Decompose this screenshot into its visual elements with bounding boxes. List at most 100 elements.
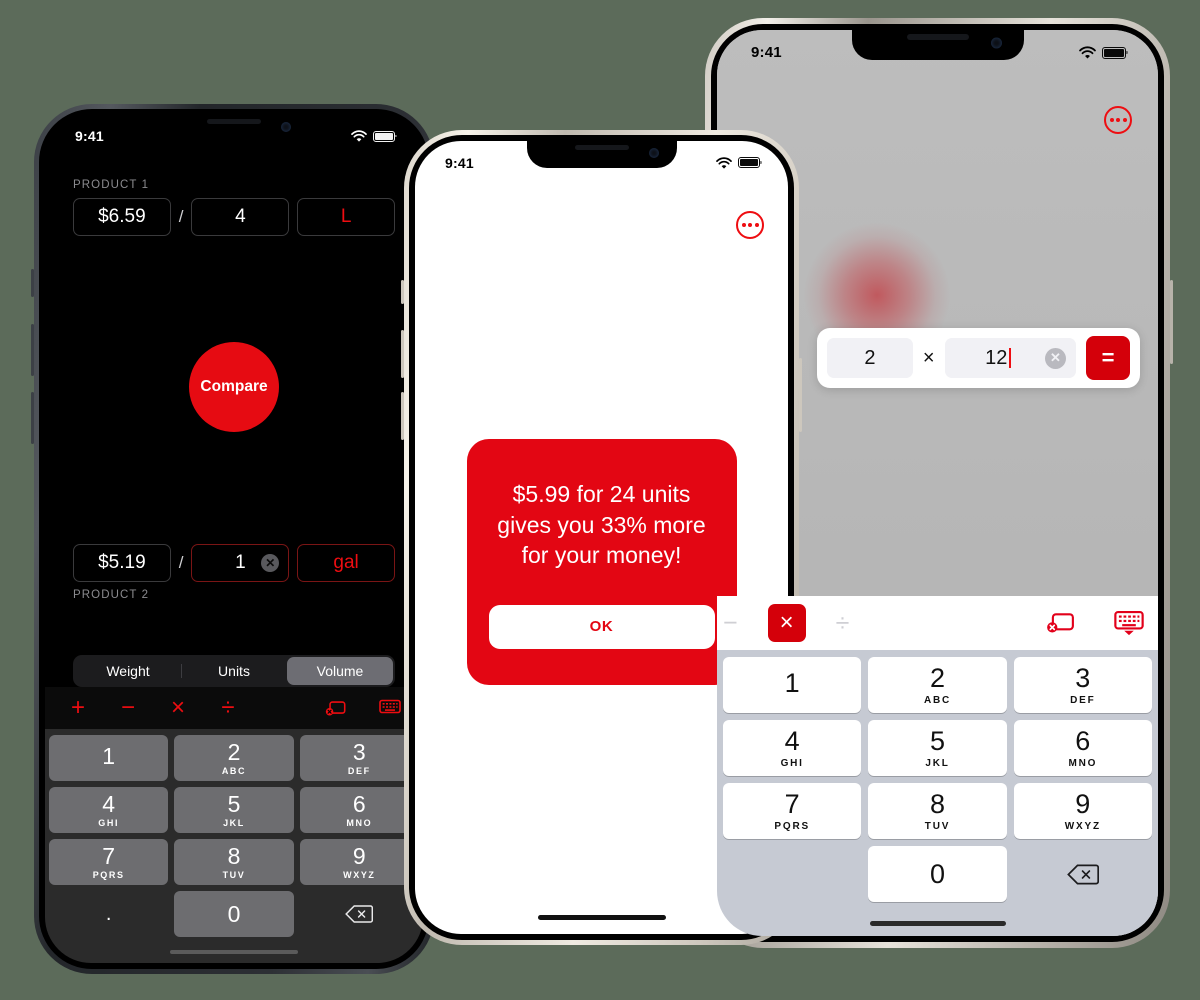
segment-units[interactable]: Units bbox=[181, 657, 287, 685]
battery-icon bbox=[1102, 46, 1128, 59]
key-9[interactable]: 9 WXYZ bbox=[299, 839, 419, 885]
key-7[interactable]: 7 PQRS bbox=[49, 839, 169, 885]
key-9-num: 9 bbox=[352, 842, 366, 869]
power-button bbox=[1170, 280, 1173, 364]
more-options-icon[interactable] bbox=[736, 211, 764, 239]
home-indicator bbox=[170, 950, 298, 954]
calc-operator-label: × bbox=[922, 346, 935, 369]
key-8[interactable]: 8 TUV bbox=[174, 839, 294, 885]
wifi-icon bbox=[351, 130, 367, 142]
key-3[interactable]: 3 DEF bbox=[299, 735, 419, 781]
key-5[interactable]: 5 JKL bbox=[174, 787, 294, 833]
calc-operand-b-input[interactable]: 12 ✕ bbox=[944, 338, 1076, 378]
product-1-quantity-input[interactable]: 4 bbox=[191, 198, 290, 236]
segment-weight[interactable]: Weight bbox=[75, 657, 181, 685]
product-2-quantity-input[interactable]: 1 ✕ bbox=[191, 544, 290, 582]
product-2-unit-input[interactable]: gal bbox=[297, 544, 395, 582]
mute-switch bbox=[401, 280, 404, 304]
key-3-num: 3 bbox=[352, 738, 366, 765]
key-8-num: 8 bbox=[929, 788, 945, 819]
key-3[interactable]: 3 DEF bbox=[1013, 657, 1152, 713]
operator-minus-button[interactable]: − bbox=[117, 696, 139, 720]
operator-plus-button[interactable]: + bbox=[67, 696, 89, 720]
key-8-num: 8 bbox=[227, 842, 241, 869]
product-2-price-input[interactable]: $5.19 bbox=[73, 544, 171, 582]
key-6-sub: MNO bbox=[1068, 757, 1098, 769]
key-2-sub: ABC bbox=[221, 765, 247, 776]
backspace-icon bbox=[1066, 863, 1099, 886]
operator-multiply-button[interactable]: × bbox=[167, 696, 189, 720]
keyboard-toolbar: + − × ÷ bbox=[45, 687, 423, 729]
key-7[interactable]: 7 PQRS bbox=[723, 783, 862, 839]
phone-left-app: PRODUCT 1 $6.59 / 4 L Compare $5.19 / 1 … bbox=[45, 115, 423, 963]
key-3-sub: DEF bbox=[1070, 694, 1096, 706]
compare-area: Compare bbox=[45, 236, 423, 544]
keyboard-dismiss-icon[interactable] bbox=[379, 697, 401, 719]
earpiece-speaker bbox=[574, 145, 629, 150]
power-button bbox=[799, 358, 802, 432]
alert-ok-button[interactable]: OK bbox=[488, 604, 715, 649]
operator-divide-button[interactable]: ÷ bbox=[217, 696, 239, 720]
key-9[interactable]: 9 WXYZ bbox=[1013, 783, 1152, 839]
segment-volume[interactable]: Volume bbox=[287, 657, 393, 685]
wifi-icon bbox=[1079, 46, 1096, 59]
equals-button[interactable]: = bbox=[1086, 336, 1130, 380]
numeric-keyboard: + − × ÷ 1 2 ABC 3 DEF 4 GHI 5 JKL 6 MNO … bbox=[45, 687, 423, 963]
product-2-divider: / bbox=[178, 553, 184, 572]
key-9-sub: WXYZ bbox=[1064, 820, 1101, 832]
key-decimal[interactable]: . bbox=[49, 891, 168, 937]
notch bbox=[526, 141, 677, 168]
text-caret bbox=[1009, 348, 1012, 368]
key-0-num: 0 bbox=[227, 900, 241, 927]
clear-circle-icon[interactable]: ✕ bbox=[261, 554, 280, 572]
key-5-num: 5 bbox=[227, 790, 241, 817]
key-decimal-num: . bbox=[105, 903, 112, 925]
key-0[interactable]: 0 bbox=[868, 846, 1007, 902]
key-7-sub: PQRS bbox=[774, 820, 810, 832]
key-7-sub: PQRS bbox=[92, 869, 125, 880]
key-5-sub: JKL bbox=[925, 757, 950, 769]
calculation-bar: 2 × 12 ✕ = bbox=[817, 328, 1140, 388]
compare-button[interactable]: Compare bbox=[189, 342, 279, 432]
product-1-price-input[interactable]: $6.59 bbox=[73, 198, 171, 236]
unit-type-segmented-control[interactable]: Weight Units Volume bbox=[73, 655, 395, 687]
keyboard-dismiss-icon[interactable] bbox=[1114, 610, 1144, 636]
key-8[interactable]: 8 TUV bbox=[868, 783, 1007, 839]
key-6[interactable]: 6 MNO bbox=[1013, 720, 1152, 776]
clear-circle-icon[interactable]: ✕ bbox=[1045, 347, 1066, 369]
wifi-icon bbox=[716, 156, 732, 169]
key-4-num: 4 bbox=[102, 790, 116, 817]
key-0[interactable]: 0 bbox=[174, 891, 294, 937]
key-1[interactable]: 1 bbox=[49, 735, 169, 781]
keypad-grid: 1 2 ABC 3 DEF 4 GHI 5 JKL 6 MNO 7 PQRS 8 TUV 9W… bbox=[717, 650, 1158, 936]
key-1[interactable]: 1 bbox=[723, 657, 862, 713]
status-time: 9:41 bbox=[445, 154, 474, 171]
product-1-unit-input[interactable]: L bbox=[297, 198, 395, 236]
key-backspace[interactable] bbox=[300, 891, 419, 937]
calc-operand-a-input[interactable]: 2 bbox=[827, 338, 913, 378]
key-4[interactable]: 4 GHI bbox=[723, 720, 862, 776]
operator-minus-button[interactable]: − bbox=[723, 609, 738, 638]
key-6-num: 6 bbox=[1075, 725, 1091, 756]
clear-field-icon[interactable] bbox=[1046, 611, 1076, 635]
key-5[interactable]: 5 JKL bbox=[868, 720, 1007, 776]
key-5-sub: JKL bbox=[223, 817, 245, 828]
key-4[interactable]: 4 GHI bbox=[49, 787, 169, 833]
operator-multiply-button[interactable]: × bbox=[767, 604, 806, 642]
key-backspace[interactable] bbox=[1014, 846, 1152, 902]
key-spacer-left bbox=[723, 846, 861, 902]
more-options-icon[interactable] bbox=[1104, 106, 1132, 134]
key-4-sub: GHI bbox=[98, 817, 120, 828]
clear-field-icon[interactable] bbox=[325, 697, 347, 719]
key-2[interactable]: 2 ABC bbox=[868, 657, 1007, 713]
key-6[interactable]: 6 MNO bbox=[299, 787, 419, 833]
operator-divide-button[interactable]: ÷ bbox=[836, 609, 850, 638]
key-3-num: 3 bbox=[1075, 662, 1091, 693]
key-8-sub: TUV bbox=[222, 869, 246, 880]
product-1-label: PRODUCT 1 bbox=[73, 179, 150, 191]
key-4-sub: GHI bbox=[780, 757, 804, 769]
key-2[interactable]: 2 ABC bbox=[174, 735, 294, 781]
notch bbox=[159, 115, 309, 142]
product-1-row: $6.59 / 4 L bbox=[73, 198, 395, 236]
key-7-num: 7 bbox=[784, 788, 800, 819]
